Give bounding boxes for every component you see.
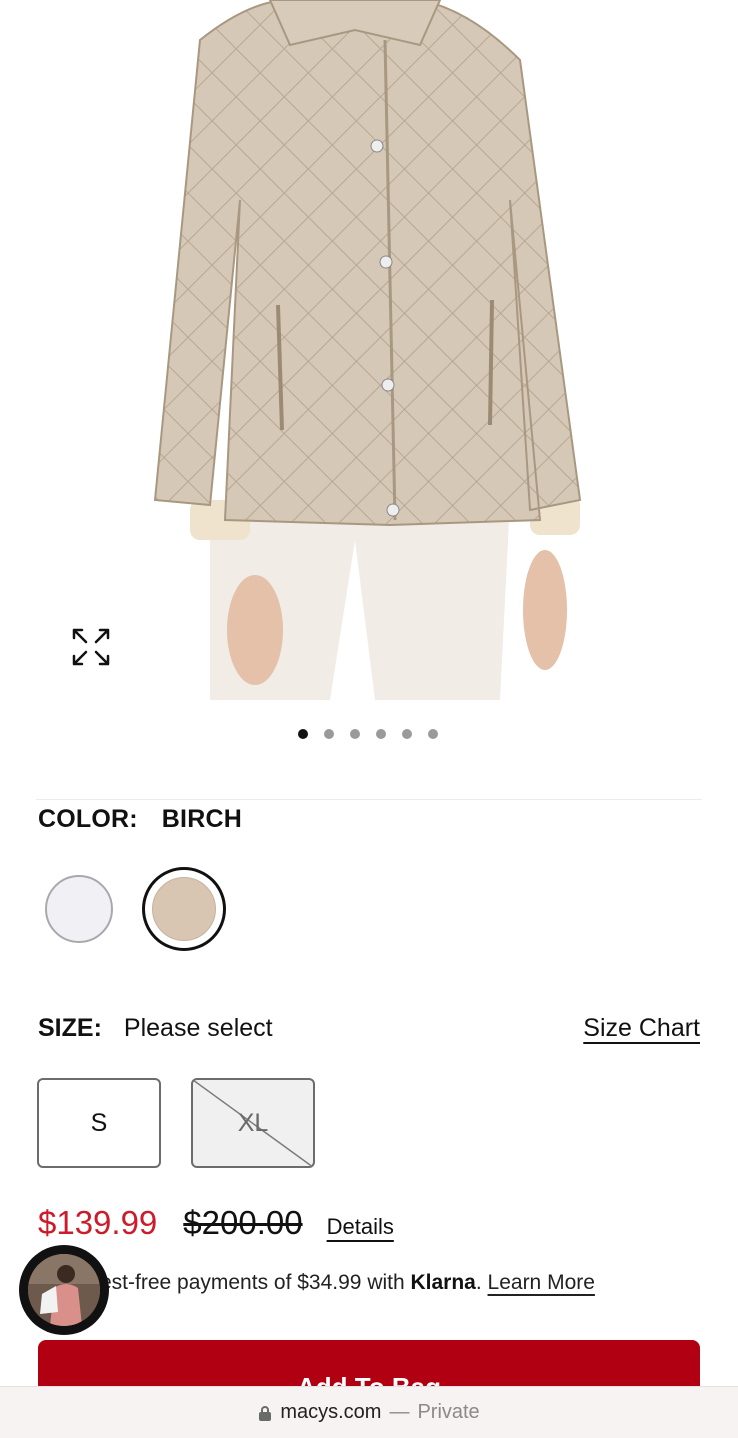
carousel-dot-1[interactable]	[298, 729, 308, 739]
color-selected-value: BIRCH	[161, 805, 242, 833]
expand-image-button[interactable]	[70, 626, 112, 668]
size-prompt: Please select	[123, 1014, 273, 1042]
color-heading: COLOR: BIRCH	[38, 805, 242, 834]
section-divider	[36, 799, 702, 800]
klarna-punct: .	[475, 1271, 488, 1294]
color-swatch-white[interactable]	[45, 875, 113, 943]
carousel-dot-5[interactable]	[402, 729, 412, 739]
size-chart-link[interactable]: Size Chart	[583, 1014, 700, 1043]
carousel-dot-4[interactable]	[376, 729, 386, 739]
carousel-dot-3[interactable]	[350, 729, 360, 739]
klarna-message: est-free payments of $34.99 with Klarna.…	[100, 1271, 595, 1295]
birch-swatch-fill	[152, 877, 216, 941]
product-image-area[interactable]	[0, 0, 738, 700]
size-option-xl-unavailable[interactable]: XL	[191, 1078, 315, 1168]
klarna-text: est-free payments of $34.99 with	[100, 1271, 411, 1294]
carousel-dots	[298, 729, 438, 739]
klarna-brand: Klarna	[410, 1271, 476, 1294]
browser-address-bar[interactable]: macys.com — Private	[0, 1386, 738, 1438]
sale-price: $139.99	[38, 1204, 158, 1241]
lock-icon	[259, 1405, 272, 1421]
size-label: SIZE:	[38, 1014, 102, 1042]
carousel-dot-6[interactable]	[428, 729, 438, 739]
browser-private-label: Private	[417, 1401, 480, 1423]
browser-separator: —	[389, 1401, 410, 1423]
product-photo	[140, 0, 600, 700]
expand-icon	[72, 628, 110, 666]
klarna-learn-more-link[interactable]: Learn More	[488, 1271, 595, 1294]
price-details-link[interactable]: Details	[327, 1214, 394, 1240]
original-price: $200.00	[183, 1204, 303, 1241]
avatar-thumbnail	[28, 1254, 100, 1326]
browser-domain: macys.com	[280, 1401, 382, 1423]
price-row: $139.99 $200.00 Details	[38, 1204, 394, 1242]
size-option-label: S	[90, 1108, 108, 1137]
carousel-dot-2[interactable]	[324, 729, 334, 739]
size-option-s[interactable]: S	[37, 1078, 161, 1168]
color-swatch-birch[interactable]	[142, 867, 226, 951]
size-option-label: XL	[237, 1108, 269, 1137]
color-label: COLOR:	[38, 805, 138, 833]
size-heading: SIZE: Please select	[38, 1014, 273, 1043]
floating-video-avatar[interactable]	[19, 1245, 109, 1335]
